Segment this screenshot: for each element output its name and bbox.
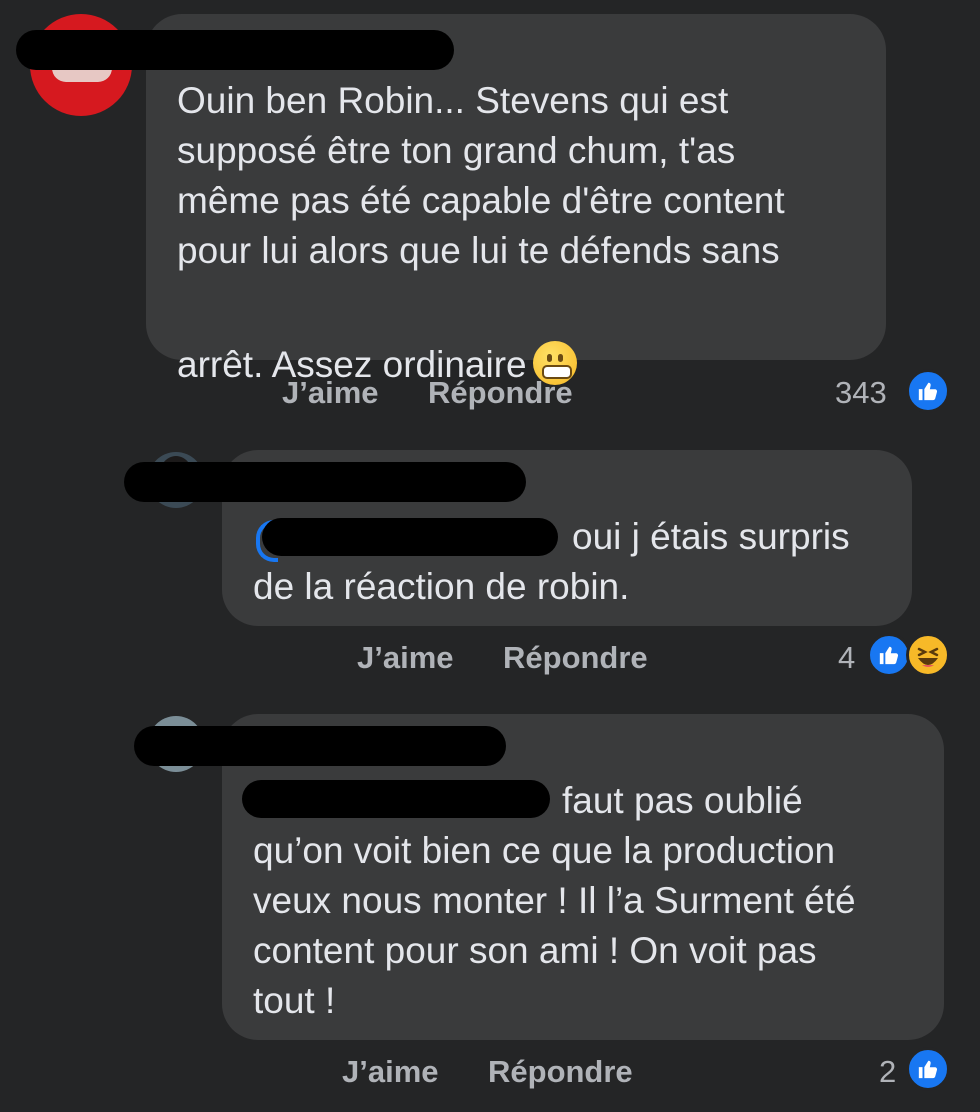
reaction-count[interactable]: 4 (838, 640, 855, 676)
redacted-name (124, 462, 526, 502)
comment-text: qu’on voit bien ce que la production veu… (253, 830, 856, 1021)
reaction-count[interactable]: 2 (879, 1054, 896, 1090)
reaction-count[interactable]: 343 (835, 375, 887, 411)
like-button[interactable]: J’aime (342, 1054, 439, 1090)
comment-text: de la réaction de robin. (253, 566, 630, 607)
like-button[interactable]: J’aime (282, 375, 379, 411)
haha-reaction-icon[interactable] (906, 633, 950, 677)
redacted-name (16, 30, 454, 70)
like-reaction-icon[interactable] (906, 369, 950, 413)
reply-button[interactable]: Répondre (428, 375, 573, 411)
like-reaction-icon[interactable] (867, 633, 911, 677)
comment-text: Ouin ben Robin... Stevens qui est suppos… (177, 80, 785, 271)
redacted-mention (262, 518, 558, 556)
reply-button[interactable]: Répondre (488, 1054, 633, 1090)
redacted-name (134, 726, 506, 766)
comment-text-mention-line: oui j étais surpris (572, 516, 850, 557)
like-reaction-icon[interactable] (906, 1047, 950, 1091)
like-button[interactable]: J’aime (357, 640, 454, 676)
reply-button[interactable]: Répondre (503, 640, 648, 676)
comment-text-mention-line: faut pas oublié (562, 780, 803, 821)
redacted-mention (242, 780, 550, 818)
